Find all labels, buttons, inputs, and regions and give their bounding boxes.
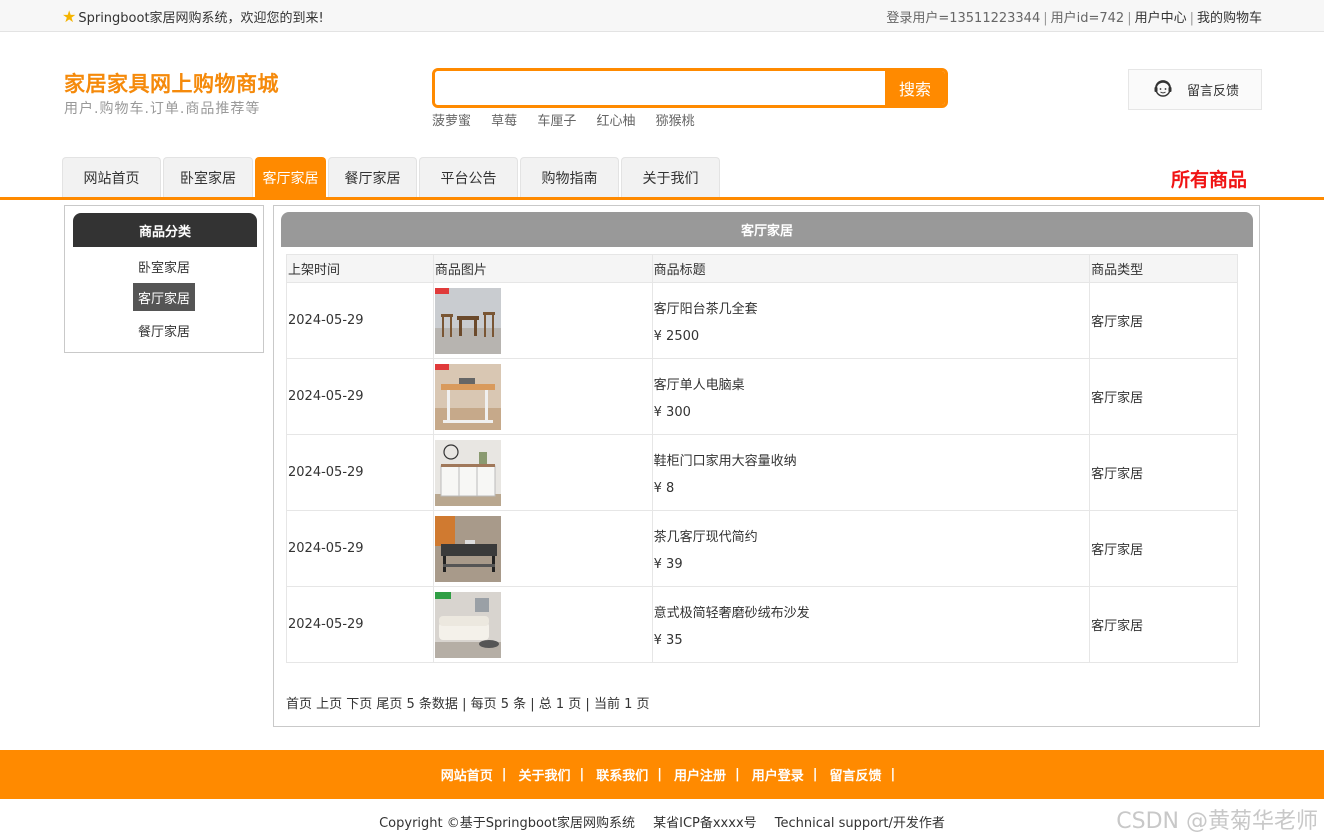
product-title-link[interactable]: 意式极简轻奢磨砂绒布沙发	[654, 602, 1089, 621]
user-center-link[interactable]: 用户中心	[1135, 11, 1187, 26]
nav-tab-announcements[interactable]: 平台公告	[419, 157, 518, 197]
nav-tab-dining-room[interactable]: 餐厅家居	[328, 157, 417, 197]
listing-date: 2024-05-29	[286, 358, 434, 435]
product-thumbnail[interactable]	[434, 363, 501, 430]
icp-text: 某省ICP备xxxx号	[653, 816, 757, 831]
table-row: 2024-05-29	[286, 434, 1238, 511]
search-button[interactable]: 搜索	[885, 71, 945, 105]
hot-word-link[interactable]: 车厘子	[537, 114, 576, 129]
column-header: 商品类型	[1089, 254, 1238, 283]
table-row: 2024-05-29	[286, 510, 1238, 587]
copyright-text: Copyright ©基于Springboot家居网购系统	[379, 816, 635, 831]
nav-tab-bedroom[interactable]: 卧室家居	[163, 157, 253, 197]
hot-word-link[interactable]: 猕猴桃	[656, 114, 695, 129]
product-title-link[interactable]: 客厅阳台茶几全套	[654, 298, 1089, 317]
column-header: 商品图片	[432, 254, 653, 283]
sidebar-item-bedroom[interactable]: 卧室家居	[133, 252, 195, 280]
sidebar-item-dining-room[interactable]: 餐厅家居	[133, 316, 195, 344]
footer-bar: 网站首页 | 关于我们 | 联系我们 | 用户注册 | 用户登录 | 留言反馈 |	[0, 750, 1324, 799]
listing-date: 2024-05-29	[286, 282, 434, 359]
cart-link[interactable]: 我的购物车	[1197, 11, 1262, 26]
product-price: ¥ 2500	[653, 328, 700, 344]
user-id-text: 用户id=742	[1050, 11, 1125, 26]
feedback-button[interactable]: 留言反馈	[1128, 69, 1262, 110]
top-bar: ★ Springboot家居网购系统，欢迎您的到来! 登录用户=13511223…	[0, 0, 1324, 32]
headset-icon	[1151, 76, 1175, 104]
product-type: 客厅家居	[1089, 510, 1238, 587]
hot-word-link[interactable]: 草莓	[491, 114, 517, 129]
footer-link-home[interactable]: 网站首页	[441, 765, 493, 784]
nav-divider	[0, 197, 1324, 200]
main-nav: 网站首页 卧室家居 客厅家居 餐厅家居 平台公告 购物指南 关于我们	[62, 157, 722, 197]
column-header: 上架时间	[286, 254, 434, 283]
product-title-link[interactable]: 茶几客厅现代简约	[654, 526, 1089, 545]
star-icon: ★	[62, 6, 77, 26]
footer-link-contact[interactable]: 联系我们	[596, 765, 648, 784]
hot-word-link[interactable]: 红心柚	[596, 114, 635, 129]
hot-words: 菠萝蜜 草莓 车厘子 红心柚 猕猴桃	[432, 110, 711, 129]
footer-link-login[interactable]: 用户登录	[752, 765, 804, 784]
product-title-link[interactable]: 鞋柜门口家用大容量收纳	[654, 450, 1089, 469]
login-user-text: 登录用户=13511223344	[886, 11, 1041, 26]
footer-link-register[interactable]: 用户注册	[674, 765, 726, 784]
listing-date: 2024-05-29	[286, 586, 434, 663]
product-thumbnail[interactable]	[434, 591, 501, 658]
search-box: 搜索	[432, 68, 948, 108]
support-text: Technical support/开发作者	[774, 816, 945, 831]
footer-link-feedback[interactable]: 留言反馈	[830, 765, 882, 784]
watermark: CSDN @黄菊华老师	[1116, 809, 1318, 834]
product-type: 客厅家居	[1089, 358, 1238, 435]
welcome-message: ★ Springboot家居网购系统，欢迎您的到来!	[62, 7, 324, 26]
table-row: 2024-05-29	[286, 586, 1238, 663]
nav-tab-about-us[interactable]: 关于我们	[621, 157, 720, 197]
product-type: 客厅家居	[1089, 586, 1238, 663]
category-sidebar: 商品分类 卧室家居 客厅家居 餐厅家居	[64, 205, 264, 353]
pagination[interactable]: 首页 上页 下页 尾页 5 条数据 | 每页 5 条 | 总 1 页 | 当前 …	[286, 693, 649, 712]
product-thumbnail[interactable]	[434, 515, 501, 582]
feedback-label: 留言反馈	[1187, 84, 1240, 99]
site-subtitle: 用户.购物车.订单.商品推荐等	[64, 101, 261, 117]
table-row: 2024-05-29	[286, 358, 1238, 435]
product-title-link[interactable]: 客厅单人电脑桌	[654, 374, 1089, 393]
product-thumbnail[interactable]	[434, 287, 501, 354]
hot-word-link[interactable]: 菠萝蜜	[432, 114, 471, 129]
product-type: 客厅家居	[1089, 434, 1238, 511]
product-thumbnail[interactable]	[434, 439, 501, 506]
product-price: ¥ 300	[653, 404, 691, 420]
sidebar-title: 商品分类	[73, 213, 257, 247]
footer-links: 网站首页 | 关于我们 | 联系我们 | 用户注册 | 用户登录 | 留言反馈 |	[440, 765, 896, 784]
table-header-row: 上架时间 商品图片 商品标题 商品类型	[286, 254, 1238, 283]
product-type: 客厅家居	[1089, 282, 1238, 359]
product-price: ¥ 39	[653, 556, 683, 572]
site-title: 家居家具网上购物商城	[64, 72, 279, 96]
nav-tab-shopping-guide[interactable]: 购物指南	[520, 157, 619, 197]
product-price: ¥ 35	[653, 632, 683, 648]
table-row: 2024-05-29	[286, 282, 1238, 359]
listing-date: 2024-05-29	[286, 434, 434, 511]
goods-panel: 客厅家居 上架时间 商品图片 商品标题 商品类型 2024-05-29 客厅阳台…	[273, 205, 1260, 727]
nav-tab-living-room[interactable]: 客厅家居	[255, 157, 326, 197]
search-input[interactable]	[435, 71, 887, 105]
column-header: 商品标题	[651, 254, 1091, 283]
footer-link-about[interactable]: 关于我们	[518, 765, 570, 784]
goods-table: 上架时间 商品图片 商品标题 商品类型 2024-05-29 客厅阳台茶几全套 …	[286, 254, 1238, 663]
all-goods-link[interactable]: 所有商品	[1171, 165, 1247, 192]
top-links: 登录用户=13511223344 | 用户id=742 | 用户中心 | 我的购物车	[886, 11, 1262, 26]
welcome-text: Springboot家居网购系统，欢迎您的到来!	[78, 11, 324, 26]
panel-title: 客厅家居	[281, 212, 1253, 247]
sidebar-item-living-room[interactable]: 客厅家居	[133, 283, 195, 311]
nav-tab-home[interactable]: 网站首页	[62, 157, 161, 197]
listing-date: 2024-05-29	[286, 510, 434, 587]
product-price: ¥ 8	[653, 480, 675, 496]
